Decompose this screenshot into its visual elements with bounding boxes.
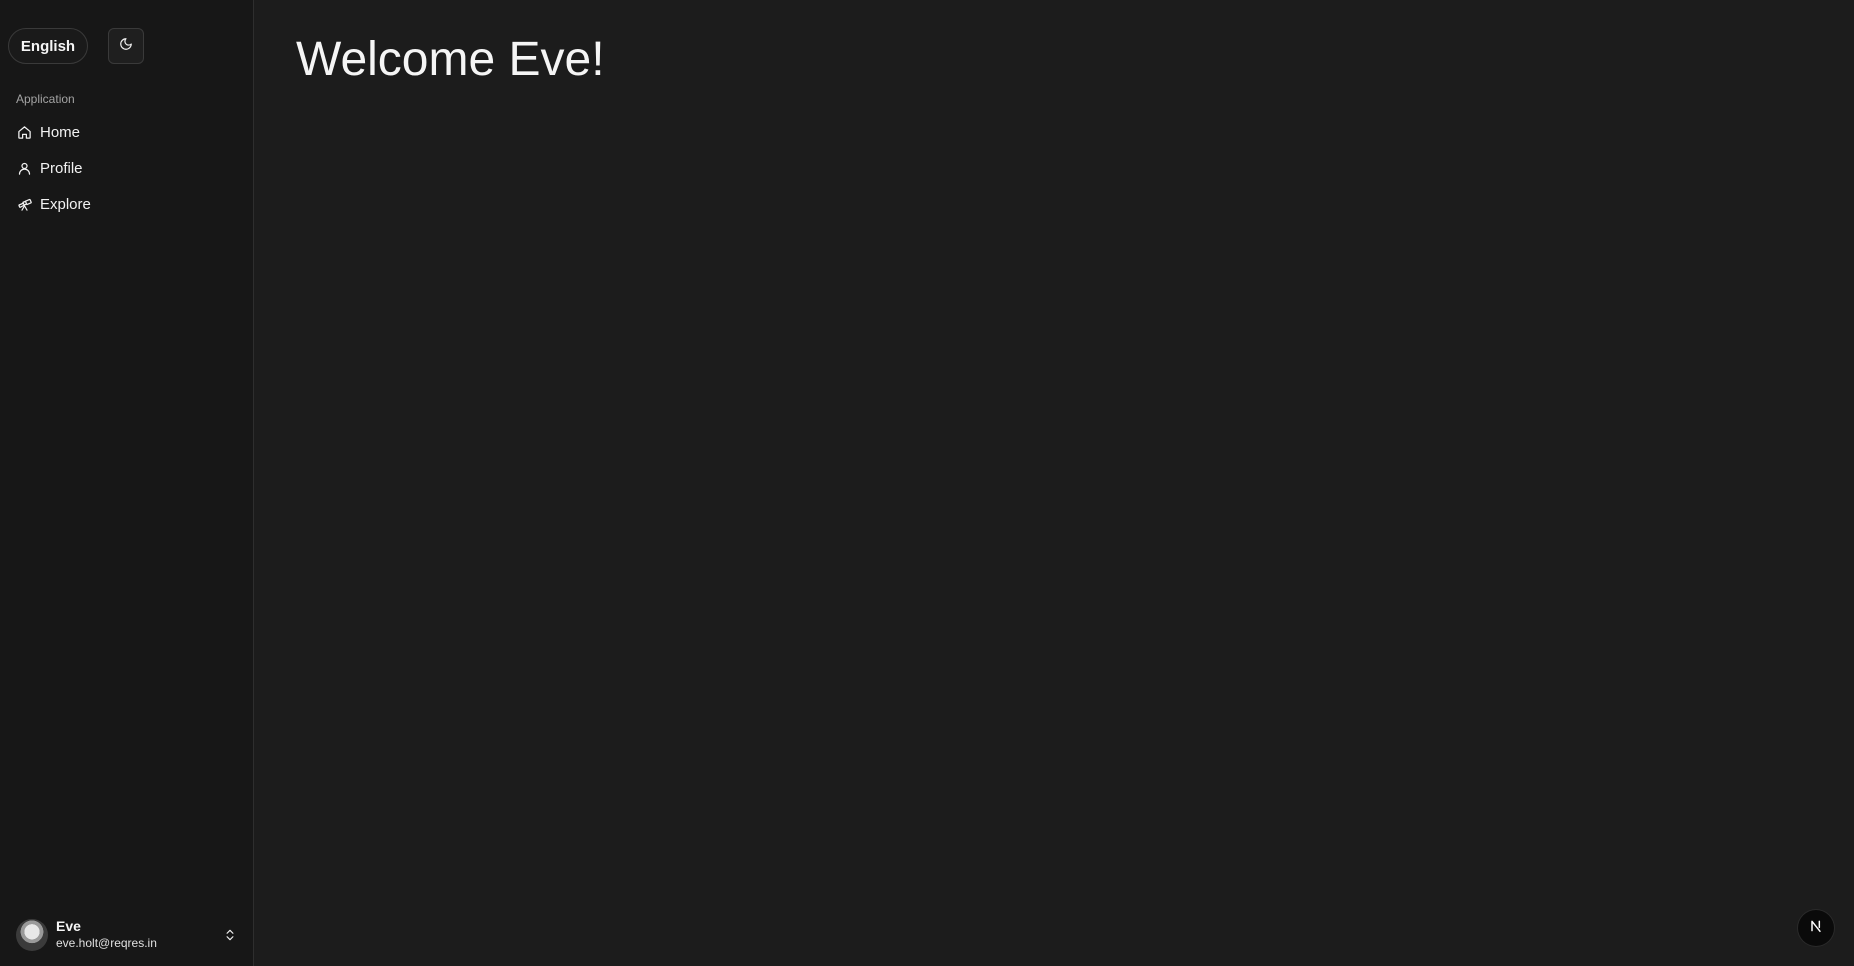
theme-toggle-button[interactable] bbox=[108, 28, 144, 64]
app-root: English Application Home Profile Explore… bbox=[0, 0, 1854, 966]
sidebar-nav: Home Profile Explore bbox=[8, 114, 246, 222]
sidebar-item-profile[interactable]: Profile bbox=[8, 150, 246, 186]
next-dev-badge[interactable] bbox=[1798, 910, 1834, 946]
user-email: eve.holt@reqres.in bbox=[56, 936, 157, 950]
home-icon bbox=[16, 124, 32, 140]
chevrons-up-down-icon bbox=[222, 927, 238, 943]
user-menu-button[interactable]: Eve eve.holt@reqres.in bbox=[16, 916, 238, 954]
avatar bbox=[16, 919, 48, 951]
page-title: Welcome Eve! bbox=[296, 33, 605, 86]
sidebar-item-explore[interactable]: Explore bbox=[8, 186, 246, 222]
main-content: Welcome Eve! bbox=[254, 0, 1854, 966]
next-logo-icon bbox=[1808, 918, 1824, 939]
language-select-button[interactable]: English bbox=[8, 28, 88, 64]
sidebar-item-label: Home bbox=[40, 123, 81, 141]
sidebar-group-label: Application bbox=[16, 92, 75, 106]
user-info: Eve eve.holt@reqres.in bbox=[56, 918, 157, 952]
sidebar-top-controls: English bbox=[8, 28, 144, 64]
moon-icon bbox=[119, 37, 133, 56]
telescope-icon bbox=[16, 196, 32, 212]
sidebar-item-label: Explore bbox=[40, 195, 91, 213]
sidebar-item-label: Profile bbox=[40, 159, 83, 177]
user-icon bbox=[16, 160, 32, 176]
user-name: Eve bbox=[56, 918, 81, 934]
sidebar: English Application Home Profile Explore… bbox=[0, 0, 254, 966]
sidebar-item-home[interactable]: Home bbox=[8, 114, 246, 150]
